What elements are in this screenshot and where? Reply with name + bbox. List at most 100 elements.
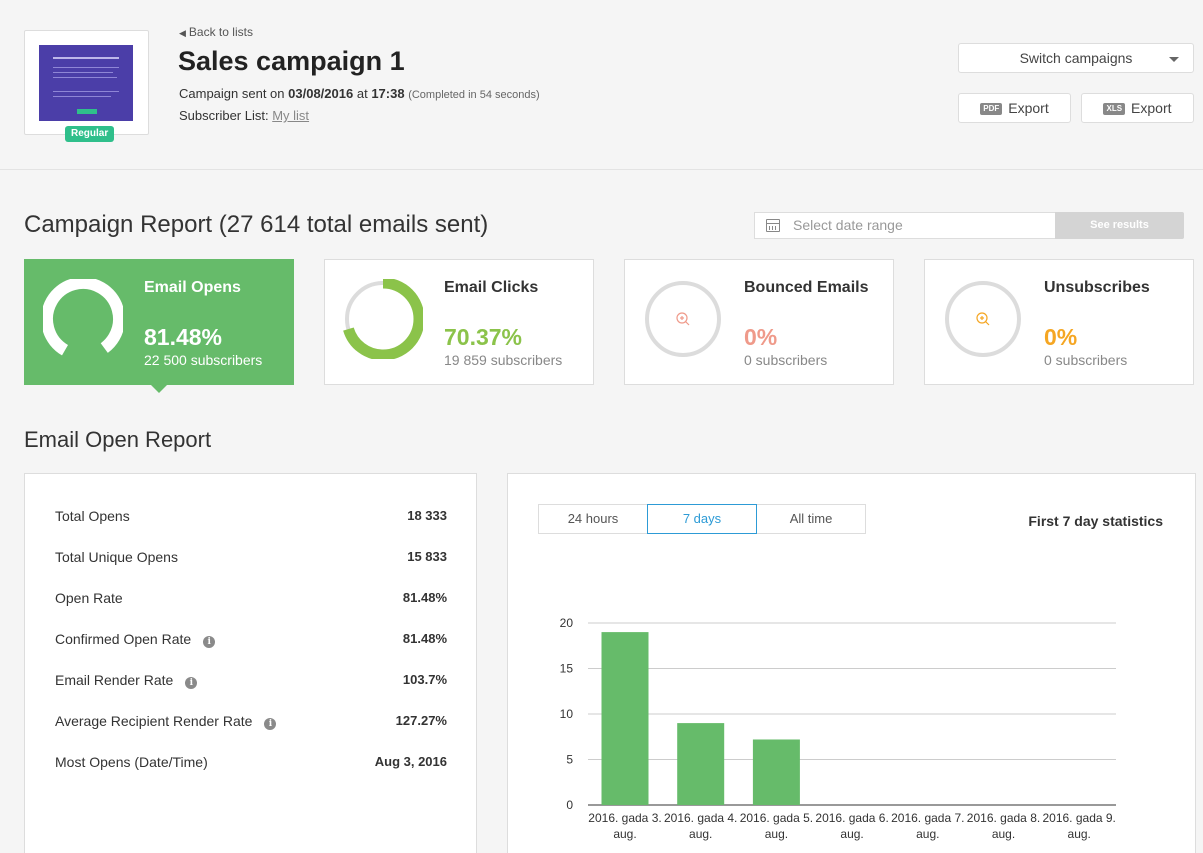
xls-icon: XLS [1103,103,1126,115]
preview-line [53,72,113,73]
x-tick-label-line: 2016. gada 6. [815,811,888,825]
progress-ring [645,281,721,357]
export-pdf-label: Export [1008,100,1049,116]
x-tick-label-line: 2016. gada 3. [588,811,661,825]
stat-label: Most Opens (Date/Time) [55,754,208,770]
bar[interactable] [752,739,800,805]
x-tick-label: 2016. gada 8. aug. [967,811,1040,841]
export-pdf-button[interactable]: PDF Export [958,93,1071,123]
card-title: Unsubscribes [1044,279,1150,296]
subscriber-list-label: Subscriber List: [179,108,269,123]
open-chart-panel: 24 hours 7 days All time First 7 day sta… [507,473,1196,853]
ring-track [945,281,1021,357]
stat-row-total-unique-opens: Total Unique Opens 15 833 [55,549,447,569]
zoom-in-icon [676,312,690,326]
switch-campaigns-dropdown[interactable]: Switch campaigns [958,43,1194,73]
ring-track [645,281,721,357]
stat-card-bounced-emails[interactable]: Bounced Emails 0% 0 subscribers [624,259,894,385]
card-subscribers: 0 subscribers [1044,352,1128,368]
stat-card-email-opens[interactable]: Email Opens 81.48% 22 500 subscribers [24,259,294,393]
card-percent: 81.48% [144,324,223,350]
export-xls-label: Export [1131,100,1172,116]
preview-button [77,109,97,114]
date-range-input[interactable]: Select date range [754,212,1055,239]
campaign-type-badge: Regular [65,126,115,142]
stat-label: Average Recipient Render Rate [55,713,253,729]
y-tick-label: 10 [560,707,574,721]
pdf-icon: PDF [980,103,1003,115]
y-tick-label: 0 [566,798,573,812]
progress-ring [43,279,123,359]
card-percent: 70.37% [444,324,523,350]
x-tick-label: 2016. gada 3. aug. [588,811,661,841]
preview-line [53,91,119,92]
x-tick-label-line: 2016. gada 5. [740,811,813,825]
stat-label: Open Rate [55,590,123,606]
preview-line [53,96,111,97]
card-percent: 0% [744,324,778,350]
page-title: Sales campaign 1 [178,46,405,76]
stat-value: 18 333 [407,508,447,523]
stat-label: Total Unique Opens [55,549,178,565]
y-tick-label: 5 [566,753,573,767]
sent-at: at [356,86,368,101]
stat-label-wrap: Confirmed Open Rate i [55,631,216,648]
x-tick-label-line: aug. [689,827,712,841]
preview-line [53,77,117,78]
tab-7-days[interactable]: 7 days [647,504,757,534]
info-icon[interactable]: i [264,718,277,730]
date-range-placeholder: Select date range [793,217,903,233]
export-xls-button[interactable]: XLS Export [1081,93,1194,123]
card-subscribers: 0 subscribers [744,352,828,368]
stat-row-email-render-rate: Email Render Rate i 103.7% [55,672,447,692]
stat-card-email-clicks[interactable]: Email Clicks 70.37% 19 859 subscribers [324,259,594,385]
info-icon[interactable]: i [185,677,198,689]
switch-campaigns-label: Switch campaigns [1019,50,1133,66]
x-tick-label: 2016. gada 9. aug. [1042,811,1115,841]
stat-row-open-rate: Open Rate 81.48% [55,590,447,610]
bar[interactable] [601,632,649,805]
x-tick-label: 2016. gada 6. aug. [815,811,888,841]
stat-card-unsubscribes[interactable]: Unsubscribes 0% 0 subscribers [924,259,1194,385]
card-subscribers: 22 500 subscribers [144,352,263,368]
completed-duration: (Completed in 54 seconds) [408,89,540,101]
back-to-lists-link[interactable]: ◀ Back to lists [179,25,253,39]
email-open-report-title: Email Open Report [24,427,212,452]
stat-value: 81.48% [402,590,447,605]
see-results-button[interactable]: See results [1055,212,1184,239]
stat-row-total-opens: Total Opens 18 333 [55,508,447,528]
calendar-icon [766,219,780,232]
sent-info: Campaign sent on 03/08/2016 at 17:38 (Co… [179,86,540,101]
x-tick-label-line: aug. [992,827,1015,841]
x-tick-label: 2016. gada 7. aug. [891,811,964,841]
stat-value: 103.7% [402,672,447,687]
stat-row-average-recipient-render-rate: Average Recipient Render Rate i 127.27% [55,713,447,733]
x-tick-label-line: aug. [1068,827,1091,841]
progress-ring [945,281,1021,357]
x-tick-label: 2016. gada 5. aug. [740,811,813,841]
card-subscribers: 19 859 subscribers [444,352,563,368]
active-pointer [150,384,168,393]
card-title: Email Clicks [444,279,539,296]
x-tick-label-line: 2016. gada 9. [1042,811,1115,825]
stat-label-wrap: Average Recipient Render Rate i [55,713,277,730]
y-tick-label: 20 [560,616,574,630]
card-title: Bounced Emails [744,279,869,296]
campaign-thumbnail[interactable] [24,30,149,135]
x-tick-label: 2016. gada 4. aug. [664,811,737,841]
stat-row-most-opens: Most Opens (Date/Time) Aug 3, 2016 [55,754,447,774]
subscriber-list-link[interactable]: My list [272,108,309,123]
campaign-header: Regular ◀ Back to lists Sales campaign 1 … [0,0,1203,170]
x-tick-label-line: aug. [765,827,788,841]
preview-line [53,57,119,59]
preview-line [53,67,119,68]
opens-bar-chart: 0 5 10 15 20 2016. gada 3. aug. 2016. gada 4. au… [560,616,1116,841]
stat-value: 127.27% [395,713,447,728]
campaign-report-title: Campaign Report (27 614 total emails sen… [24,211,489,238]
card-title: Email Opens [144,279,241,296]
info-icon[interactable]: i [203,636,216,648]
bar[interactable] [677,723,725,805]
stat-value: 81.48% [402,631,447,646]
x-tick-label-line: 2016. gada 4. [664,811,737,825]
email-preview-body [39,45,133,121]
